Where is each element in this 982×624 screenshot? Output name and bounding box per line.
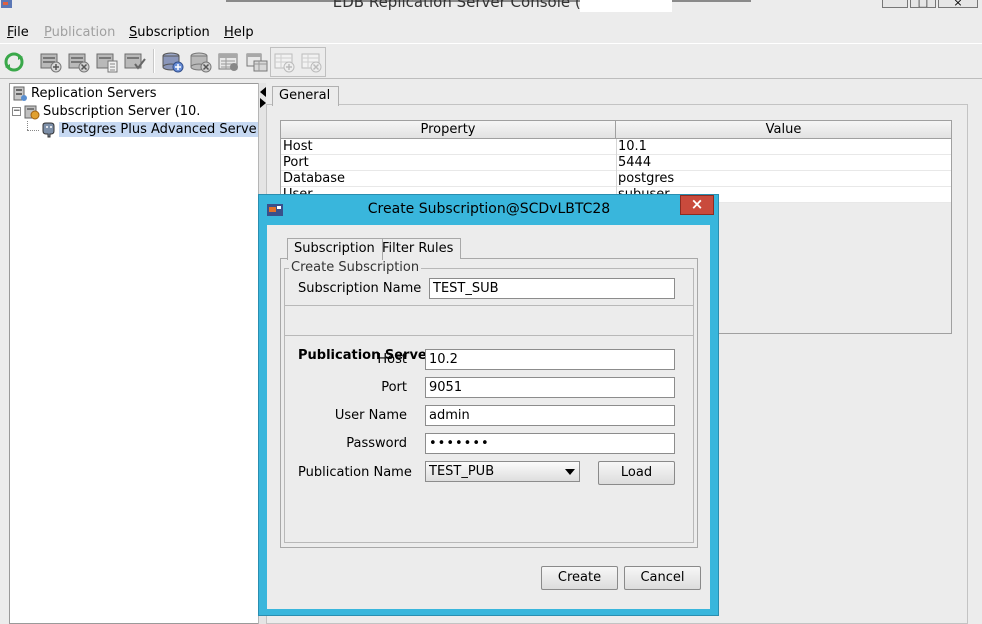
toolbar <box>0 45 982 79</box>
property-cell: Database <box>283 171 346 186</box>
server-properties-button[interactable] <box>94 49 120 75</box>
column-header-value[interactable]: Value <box>616 121 951 139</box>
create-button[interactable]: Create <box>541 566 618 590</box>
password-label: Password <box>346 436 407 451</box>
server-tree: Replication Servers − Subscription Serve… <box>9 83 259 624</box>
subscription-properties-button[interactable] <box>216 49 242 75</box>
server-check-button[interactable] <box>122 49 148 75</box>
create-subscription-dialog: Create Subscription@SCDvLBTC28 × Subscri… <box>258 194 719 616</box>
create-subscription-group-label: Create Subscription <box>289 260 422 275</box>
menu-bar: File Publication Subscription Help <box>0 22 982 44</box>
menu-file[interactable]: File <box>7 25 29 40</box>
snapshot-button[interactable] <box>244 49 270 75</box>
password-field[interactable]: ••••••• <box>425 433 675 454</box>
remove-subscription-button[interactable] <box>188 49 214 75</box>
subscription-name-field[interactable]: TEST_SUB <box>429 278 675 299</box>
tab-general[interactable]: General <box>272 86 340 106</box>
cancel-button[interactable]: Cancel <box>624 566 701 590</box>
tree-label-subscription-server: Subscription Server (10. <box>43 104 201 119</box>
value-cell: 10.1 <box>618 139 647 154</box>
window-title: EDB Replication Server Console (7.0.1)@S <box>332 0 650 11</box>
subscription-properties-icon <box>218 53 238 71</box>
menu-publication: Publication <box>44 25 116 40</box>
toolbar-separator <box>153 49 155 73</box>
value-cell: 5444 <box>618 155 652 170</box>
host-label: Host <box>377 352 407 367</box>
server-properties-icon <box>96 53 118 73</box>
value-cell: postgres <box>618 171 675 186</box>
column-header-property[interactable]: Property <box>281 121 616 139</box>
servers-root-icon <box>13 86 27 101</box>
refresh-icon <box>4 52 24 72</box>
port-label: Port <box>381 380 407 395</box>
dialog-body: Subscription Filter Rules Create Subscri… <box>267 225 710 609</box>
title-redaction <box>580 0 672 12</box>
server-check-icon <box>124 53 146 70</box>
server-remove-icon <box>68 53 90 73</box>
menu-subscription[interactable]: Subscription <box>129 25 210 40</box>
subscription-remove-icon <box>190 52 212 73</box>
table-row[interactable]: Host 10.1 <box>281 139 951 155</box>
tab-filter-rules[interactable]: Filter Rules <box>375 238 462 259</box>
subscription-add-icon <box>162 52 184 73</box>
dialog-title: Create Subscription@SCDvLBTC28 <box>367 201 611 217</box>
window-title-bar: EDB Replication Server Console (7.0.1)@S… <box>0 0 982 16</box>
property-cell: Port <box>283 155 309 170</box>
tree-label-database: Postgres Plus Advanced Serve <box>59 122 259 137</box>
tree-item-database[interactable]: Postgres Plus Advanced Serve <box>10 121 259 139</box>
property-cell: Host <box>283 139 313 154</box>
snapshot-icon <box>246 53 268 72</box>
load-button[interactable]: Load <box>598 461 675 485</box>
remove-disabled-button <box>299 49 325 75</box>
tree-item-replication-servers[interactable]: Replication Servers <box>10 85 259 103</box>
postgres-elephant-icon <box>42 122 55 137</box>
dialog-app-icon <box>267 204 283 216</box>
table-row[interactable]: Port 5444 <box>281 155 951 171</box>
add-disabled-button <box>272 49 298 75</box>
remove-server-button[interactable] <box>66 49 92 75</box>
minimize-button[interactable]: _ <box>882 0 908 8</box>
tab-subscription[interactable]: Subscription <box>287 238 383 260</box>
publication-name-value: TEST_PUB <box>429 464 495 479</box>
user-name-field[interactable]: admin <box>425 405 675 426</box>
server-add-icon <box>40 53 62 73</box>
subscription-server-icon <box>24 105 40 119</box>
refresh-button[interactable] <box>1 49 27 75</box>
maximize-button[interactable]: □ <box>910 0 936 8</box>
tree-item-subscription-server[interactable]: − Subscription Server (10. <box>10 103 259 121</box>
app-icon <box>1 0 12 8</box>
add-disabled-icon <box>274 53 295 73</box>
subscription-name-label: Subscription Name <box>298 281 422 296</box>
chevron-down-icon <box>565 469 575 475</box>
publication-name-label: Publication Name <box>298 465 412 480</box>
host-field[interactable]: 10.2 <box>425 349 675 370</box>
table-row[interactable]: Database postgres <box>281 171 951 187</box>
publication-name-select[interactable]: TEST_PUB <box>425 461 580 482</box>
tree-label-replication-servers: Replication Servers <box>31 86 157 101</box>
user-name-label: User Name <box>334 408 407 423</box>
port-field[interactable]: 9051 <box>425 377 675 398</box>
collapse-toggle-icon[interactable]: − <box>12 107 21 116</box>
dialog-close-button[interactable]: × <box>680 195 714 215</box>
add-subscription-button[interactable] <box>160 49 186 75</box>
menu-help[interactable]: Help <box>224 25 254 40</box>
close-window-button[interactable]: × <box>938 0 978 8</box>
remove-disabled-icon <box>301 53 322 73</box>
add-server-button[interactable] <box>38 49 64 75</box>
